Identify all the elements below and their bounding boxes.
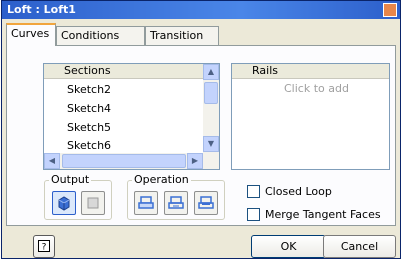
scroll-down-icon[interactable]: ▼ <box>203 136 219 152</box>
scroll-right-icon[interactable]: ▶ <box>187 153 203 169</box>
solid-output-button[interactable] <box>52 191 76 215</box>
join-button[interactable] <box>134 191 158 215</box>
horizontal-scrollbar[interactable]: ◀ ▶ <box>44 153 219 169</box>
tab-transition[interactable]: Transition <box>145 26 219 45</box>
cancel-button[interactable]: Cancel <box>323 235 396 258</box>
operation-label: Operation <box>132 173 191 186</box>
cut-icon <box>168 196 184 209</box>
title-bar[interactable]: Loft : Loft1 <box>2 1 400 19</box>
list-item[interactable]: Sketch2 <box>67 83 111 96</box>
join-icon <box>138 196 154 209</box>
loft-dialog: Loft : Loft1 Curves Conditions Transitio… <box>1 0 401 259</box>
rails-list[interactable]: Rails Click to add <box>231 63 390 170</box>
closed-loop-label[interactable]: Closed Loop <box>265 185 332 198</box>
tab-curves[interactable]: Curves <box>6 23 56 46</box>
list-item[interactable]: Sketch4 <box>67 102 111 115</box>
curves-panel: Sections Sketch2 Sketch4 Sketch5 Sketch6… <box>6 45 396 226</box>
scroll-thumb[interactable] <box>204 82 218 104</box>
scroll-thumb[interactable] <box>62 154 186 168</box>
window-title: Loft : Loft1 <box>7 3 76 16</box>
surface-output-icon <box>87 197 99 209</box>
output-label: Output <box>49 173 92 186</box>
intersect-icon <box>198 196 214 209</box>
scroll-left-icon[interactable]: ◀ <box>44 153 60 169</box>
scroll-up-icon[interactable]: ▲ <box>203 64 219 80</box>
merge-tangent-faces-checkbox[interactable] <box>247 208 260 221</box>
list-item[interactable]: Sketch6 <box>67 139 111 149</box>
closed-loop-checkbox[interactable] <box>247 185 260 198</box>
list-item[interactable]: Sketch5 <box>67 121 111 134</box>
rails-placeholder[interactable]: Click to add <box>284 82 349 95</box>
svg-text:?: ? <box>42 243 47 253</box>
output-group: Output <box>44 173 112 220</box>
ok-button[interactable]: OK <box>251 235 326 258</box>
help-icon: ? <box>38 240 50 253</box>
sections-header: Sections <box>44 64 203 79</box>
intersect-button[interactable] <box>194 191 218 215</box>
close-icon[interactable] <box>383 3 397 17</box>
vertical-scrollbar[interactable]: ▲ ▼ <box>203 64 219 153</box>
surface-output-button[interactable] <box>81 191 105 215</box>
sections-list[interactable]: Sections Sketch2 Sketch4 Sketch5 Sketch6… <box>43 63 220 170</box>
rails-header: Rails <box>232 64 389 79</box>
solid-output-icon <box>58 196 70 211</box>
help-button[interactable]: ? <box>33 235 55 258</box>
operation-group: Operation <box>127 173 225 220</box>
cut-button[interactable] <box>164 191 188 215</box>
tab-conditions[interactable]: Conditions <box>56 26 145 45</box>
merge-tangent-faces-label[interactable]: Merge Tangent Faces <box>265 208 381 221</box>
